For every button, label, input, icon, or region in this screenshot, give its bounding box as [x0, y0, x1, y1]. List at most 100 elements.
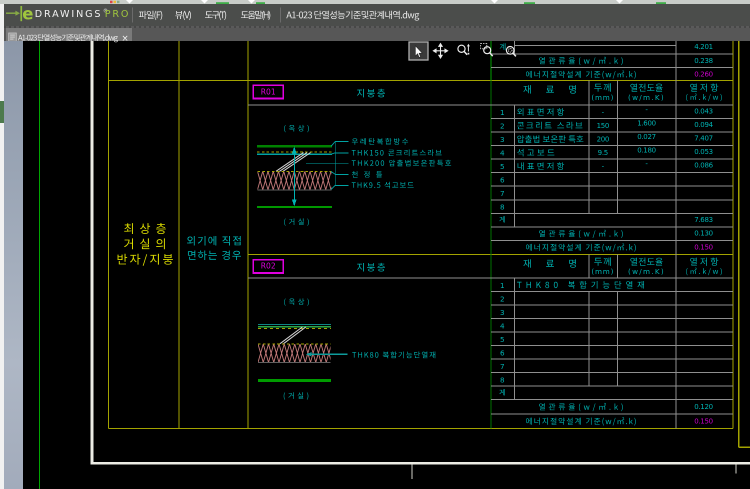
r01-row-conductivity: - [645, 160, 648, 168]
r01-row-no: 4 [500, 149, 505, 158]
r01-row-thickness: 9.5 [598, 149, 608, 157]
r02-row-no: 2 [500, 294, 505, 303]
r02-hdr-resistance: 열저항 [690, 258, 718, 266]
r01-hdr-thickness: 두께 [594, 83, 611, 91]
r02-hdr-material: 재 료 명 [523, 259, 575, 267]
menu-item-help[interactable]: 도움말(H) [241, 11, 270, 20]
r01-row-resistance: 0.053 [694, 148, 713, 156]
r02-row-no: 6 [500, 349, 505, 358]
r01-u-value: 0.130 [694, 230, 713, 238]
menu-item-label: 뷰(V) [175, 11, 191, 20]
floating-toolbar [409, 42, 516, 60]
r02-hdr-thickness: 두께 [594, 257, 611, 265]
r01-hdr-material: 재 료 명 [523, 85, 575, 93]
r02-row-no: 1 [500, 281, 505, 290]
r01-row-thickness: - [602, 163, 605, 171]
r02-ceiling-line [258, 379, 331, 382]
toolbar-pan-tool[interactable] [433, 44, 447, 58]
r01-row-no: 3 [500, 135, 505, 144]
r01-row-no: 6 [500, 176, 505, 185]
r02-row-no: 7 [500, 362, 505, 371]
toolbar-zoom-tool[interactable] [458, 44, 470, 55]
condition-text-line: 면하는 경우 [188, 250, 241, 259]
r01-row-conductivity: 0.180 [637, 147, 656, 155]
r01-hdr-conductivity-unit: (w/m.K) [628, 93, 665, 102]
menu-item-label: 파일(F) [139, 11, 162, 20]
r02-hdr-resistance-unit: (㎡.k/w) [686, 268, 722, 276]
r01-row-resistance: 0.086 [694, 162, 713, 170]
prev-u-value: 0.238 [694, 57, 713, 65]
r01-tag: R01 [261, 88, 276, 97]
r02-row-no: 5 [500, 335, 505, 344]
r01-row-no: 5 [500, 162, 505, 171]
r01-hdr-thickness-unit: (mm) [591, 93, 614, 102]
r02-hdr-conductivity-unit: (w/m.K) [628, 267, 665, 276]
tab-label: A1-023 단열성능기준및관계내역.dwg [18, 34, 118, 42]
r02-hdr-conductivity: 열전도율 [630, 258, 662, 266]
r01-row-name: 콘크리트 스라브 [517, 122, 582, 130]
r01-hdr-resistance-unit: (㎡.k/w) [686, 94, 722, 102]
menu-item-label: 도움말(H) [241, 11, 270, 20]
r01-layer-label: THK200 압출법보온판특호 [352, 160, 451, 167]
logo-e: e [22, 4, 33, 23]
condition-text-line: 외기에 직접 [187, 236, 241, 245]
r02-hdr-thickness-unit: (mm) [591, 267, 614, 276]
menu-item-view[interactable]: 뷰(V) [175, 11, 191, 20]
r02-row-name: THK80 복합기능단열재 [517, 281, 644, 289]
zone-text-line: 반자/지붕 [118, 254, 173, 266]
r02-layer-label: THK80 복합기능단열재 [352, 351, 435, 358]
r01-sketch-bottom-label: (거실) [284, 218, 309, 225]
title-bar: e DRAWINGS ® PRO 파일(F) 뷰(V) 도구(T) 도움말(H)… [4, 4, 750, 26]
menu-bar: 파일(F) 뷰(V) 도구(T) 도움말(H) [139, 11, 270, 20]
r01-layer-label: THK9.5 석고보드 [352, 182, 414, 189]
r02-std-value: 0.150 [694, 417, 713, 425]
r01-row-resistance: 0.043 [694, 108, 713, 116]
prev-std-label: 에너지절약설계 기준(w/㎡.k) [526, 70, 636, 78]
menu-item-label: 도구(T) [205, 11, 226, 20]
r01-sum-value: 7.683 [694, 216, 713, 224]
r01-row-thickness: 200 [597, 136, 609, 144]
document-tab-bar: A1-023 단열성능기준및관계내역.dwg × [4, 28, 750, 41]
menu-item-tools[interactable]: 도구(T) [205, 11, 226, 20]
r01-row-name: 내표면저항 [518, 162, 565, 170]
r01-row-conductivity: 1.600 [637, 120, 656, 128]
tab-close-icon[interactable]: × [121, 34, 128, 43]
logo-pro: PRO [105, 9, 130, 20]
drawing-canvas[interactable]: 계 4.201 열관류율(w/㎡.k) 0.238 에너지절약설계 기준(w/㎡… [0, 0, 750, 489]
r01-row-name: 석고보드 [517, 149, 554, 157]
window-title: A1-023 단열성능기준및관계내역.dwg [286, 11, 419, 21]
r01-row-no: 7 [500, 189, 505, 198]
zone-text-line: 최상층 [124, 223, 166, 234]
prev-u-label: 열관류율(w/㎡.k) [539, 57, 623, 65]
r02-u-value: 0.120 [694, 403, 713, 411]
r01-roof-line [257, 145, 332, 147]
r01-row-conductivity: 0.027 [637, 133, 656, 141]
r01-layer-label: THK150 콘크리트스라브 [352, 149, 442, 156]
r01-row-no: 1 [500, 108, 505, 117]
r01-std-value: 0.150 [694, 244, 713, 252]
window-title-text: A1-023 단열성능기준및관계내역.dwg [286, 11, 419, 21]
r01-ceiling-line [257, 206, 332, 208]
r01-row-name: 압출법 보온판 특호 [517, 135, 583, 143]
r01-u-label: 열관류율(w/㎡.k) [539, 230, 623, 238]
r01-hdr-conductivity: 열전도율 [630, 84, 662, 92]
r01-band-title: 지붕층 [357, 89, 385, 98]
r02-row-no: 8 [500, 376, 505, 385]
r02-sketch-top-label: (옥상) [284, 298, 309, 305]
r01-std-label: 에너지절약설계 기준(w/㎡.k) [526, 243, 636, 251]
r01-hdr-resistance: 열저항 [690, 84, 718, 92]
r01-row-resistance: 7.407 [694, 135, 713, 143]
edrawings-logo: e DRAWINGS ® PRO [6, 4, 130, 23]
r01-row-resistance: 0.094 [694, 121, 713, 129]
prev-sum-label: 계 [500, 43, 506, 50]
r01-sum-label: 계 [499, 216, 505, 223]
r02-sum-label: 계 [499, 389, 505, 396]
document-tab[interactable]: A1-023 단열성능기준및관계내역.dwg × [6, 28, 132, 41]
r01-row-thickness: - [602, 109, 605, 117]
r02-sketch-bottom-label: (거실) [284, 392, 309, 399]
r01-row-conductivity: - [645, 106, 648, 114]
edrawings-window: 계 4.201 열관류율(w/㎡.k) 0.238 에너지절약설계 기준(w/㎡… [0, 0, 750, 489]
menu-item-file[interactable]: 파일(F) [139, 11, 162, 20]
zone-text-line: 거실의 [124, 238, 165, 249]
toolbar-select-tool[interactable] [409, 42, 428, 60]
